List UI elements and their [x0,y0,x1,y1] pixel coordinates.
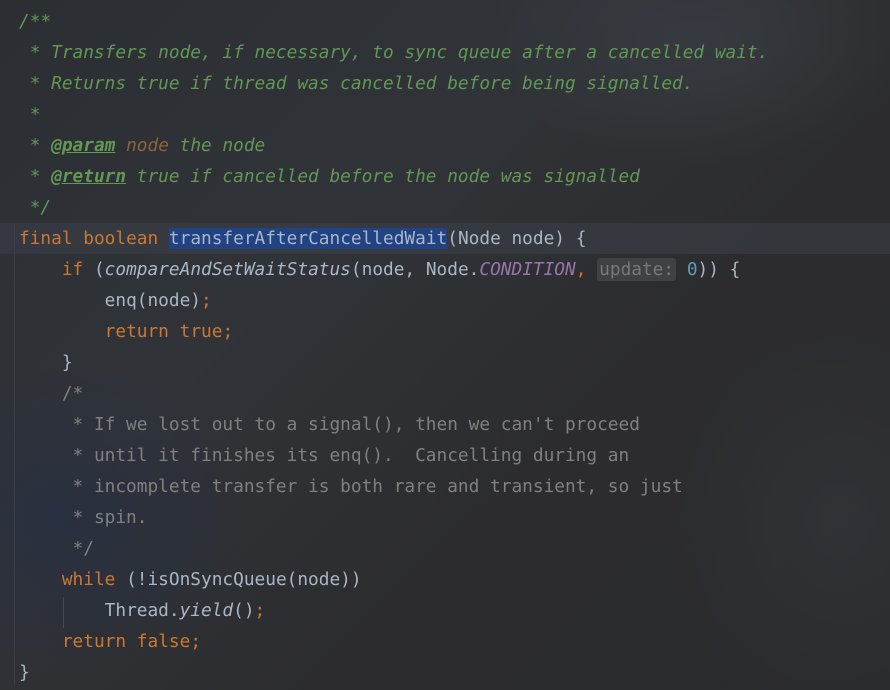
code-line-12[interactable]: } [0,347,890,378]
javadoc-close: */ [19,197,52,218]
code-line-10[interactable]: enq(node); [0,285,890,316]
method-params: (Node node) { [447,228,587,249]
close-brace: } [19,662,30,683]
while-condition[interactable]: (!isOnSyncQueue(node)) [115,569,362,590]
code-line-11[interactable]: return true; [0,316,890,347]
code-line-2[interactable]: * Transfers node, if necessary, to sync … [0,37,890,68]
javadoc-return-desc: true if cancelled before the node was si… [126,166,640,187]
code-line-14[interactable]: * If we lost out to a signal(), then we … [0,409,890,440]
code-line-19[interactable]: while (!isOnSyncQueue(node)) [0,564,890,595]
javadoc-open: /** [19,11,52,32]
keyword-while: while [61,569,116,590]
javadoc-text: * Returns true if thread was cancelled b… [19,73,694,94]
selected-method-name[interactable]: transferAfterCancelledWait [168,228,448,249]
code-line-8-current[interactable]: final boolean transferAfterCancelledWait… [0,223,890,254]
thread-class[interactable]: Thread. [105,600,180,621]
code-line-5[interactable]: * @param node the node [0,130,890,161]
keyword-final: final [19,228,73,249]
close-brace: } [61,352,73,373]
code-line-4[interactable]: * [0,99,890,130]
block-comment-open: /* [61,383,84,404]
code-line-6[interactable]: * @return true if cancelled before the n… [0,161,890,192]
constant-condition[interactable]: CONDITION [479,259,575,280]
javadoc-star: * [19,135,52,156]
code-editor[interactable]: /** * Transfers node, if necessary, to s… [0,6,890,690]
javadoc-text: * Transfers node, if necessary, to sync … [19,42,769,63]
keyword-return: return [104,321,169,342]
code-line-1[interactable]: /** [0,6,890,37]
keyword-boolean: boolean [83,228,159,249]
method-call-compare-and-set[interactable]: compareAndSetWaitStatus [105,259,351,280]
semicolon: ; [201,290,212,311]
call-close: )) { [697,259,741,280]
paren: ( [83,259,105,280]
code-line-20[interactable]: Thread.yield(); [0,595,890,626]
code-line-3[interactable]: * Returns true if thread was cancelled b… [0,68,890,99]
javadoc-star: * [19,104,41,125]
code-line-15[interactable]: * until it finishes its enq(). Cancellin… [0,440,890,471]
code-line-18[interactable]: */ [0,533,890,564]
code-line-13[interactable]: /* [0,378,890,409]
block-comment-text: * incomplete transfer is both rare and t… [61,476,683,497]
code-line-7[interactable]: */ [0,192,890,223]
enq-call[interactable]: enq(node) [105,290,201,311]
keyword-return: return [61,631,127,652]
javadoc-param-tag[interactable]: @param [51,135,115,156]
block-comment-text: * spin. [61,507,148,528]
code-line-9[interactable]: if (compareAndSetWaitStatus(node, Node.C… [0,254,890,285]
block-comment-text: * If we lost out to a signal(), then we … [61,414,640,435]
semicolon: ; [254,600,266,621]
yield-method[interactable]: yield [180,600,234,621]
javadoc-star: * [19,166,52,187]
parameter-hint-update: update: [597,258,677,281]
yield-call-parens: () [233,600,255,621]
code-line-17[interactable]: * spin. [0,502,890,533]
comma: , [575,259,598,280]
javadoc-param-desc: the node [168,135,266,156]
code-line-16[interactable]: * incomplete transfer is both rare and t… [0,471,890,502]
call-args: (node, Node. [350,259,480,280]
keyword-true: true [179,321,223,342]
code-line-22[interactable]: } [0,657,890,688]
javadoc-return-tag[interactable]: @return [51,166,126,187]
block-comment-close: */ [61,538,94,559]
code-line-21[interactable]: return false; [0,626,890,657]
semicolon: ; [222,321,234,342]
block-comment-text: * until it finishes its enq(). Cancellin… [61,445,630,466]
number-literal: 0 [686,259,698,280]
javadoc-param-name: node [126,135,169,156]
keyword-false: false [136,631,191,652]
semicolon: ; [190,631,202,652]
keyword-if: if [61,259,84,280]
